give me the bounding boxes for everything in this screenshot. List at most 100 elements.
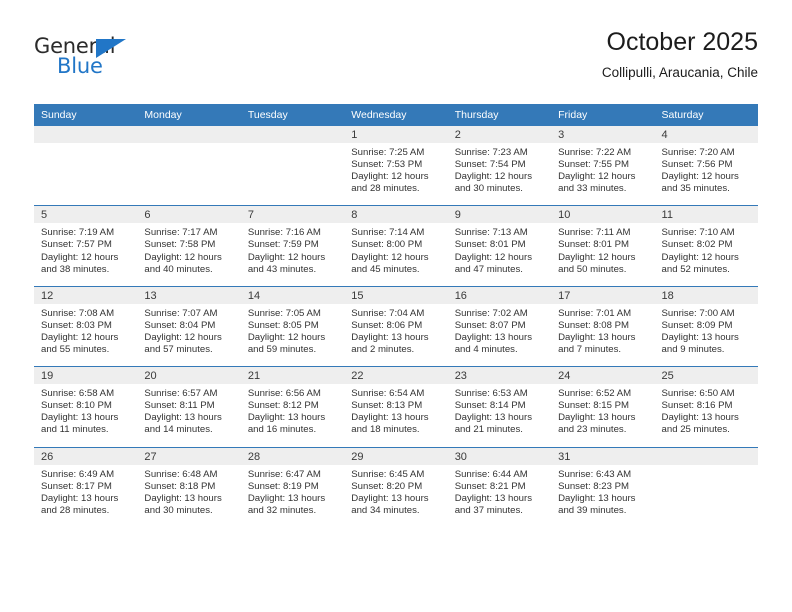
calendar-day-cell[interactable]: 24 Sunrise: 6:52 AM Sunset: 8:15 PM Dayligh… bbox=[551, 366, 655, 447]
calendar-day-cell[interactable]: 2 Sunrise: 7:23 AM Sunset: 7:54 PM Daylight… bbox=[447, 126, 552, 206]
calendar-day-cell[interactable]: 27 Sunrise: 6:48 AM Sunset: 8:18 PM Dayligh… bbox=[137, 446, 241, 527]
daylight-duration-line1: Daylight: 13 hours bbox=[661, 412, 739, 424]
daylight-duration-line1: Daylight: 12 hours bbox=[454, 251, 533, 263]
daylight-duration-line2: and 25 minutes. bbox=[661, 424, 730, 436]
day-number bbox=[654, 447, 758, 465]
day-details: Sunrise: 6:49 AM Sunset: 8:17 PM Daylight:… bbox=[34, 465, 137, 527]
sunset-time: Sunset: 8:14 PM bbox=[454, 400, 526, 412]
calendar-day-cell[interactable]: 14 Sunrise: 7:05 AM Sunset: 8:05 PM Dayligh… bbox=[240, 285, 345, 367]
daylight-duration-line2: and 38 minutes. bbox=[41, 263, 110, 275]
daylight-duration-line2: and 52 minutes. bbox=[661, 263, 730, 275]
sunset-time: Sunset: 8:10 PM bbox=[41, 400, 112, 412]
calendar-day-cell[interactable]: 20 Sunrise: 6:57 AM Sunset: 8:11 PM Dayligh… bbox=[137, 366, 241, 447]
sunset-time: Sunset: 7:53 PM bbox=[351, 159, 423, 171]
calendar-day-cell[interactable]: 26 Sunrise: 6:49 AM Sunset: 8:17 PM Dayligh… bbox=[34, 446, 138, 527]
sunrise-time: Sunrise: 7:02 AM bbox=[454, 307, 528, 319]
day-details: Sunrise: 7:11 AM Sunset: 8:01 PM Daylight:… bbox=[551, 223, 654, 285]
sunset-time: Sunset: 8:20 PM bbox=[351, 480, 423, 492]
day-details: Sunrise: 6:58 AM Sunset: 8:10 PM Daylight:… bbox=[34, 384, 137, 446]
calendar-day-cell[interactable]: 16 Sunrise: 7:02 AM Sunset: 8:07 PM Dayligh… bbox=[447, 285, 552, 367]
day-number: 1 bbox=[344, 126, 448, 143]
calendar-day-cell[interactable]: 17 Sunrise: 7:01 AM Sunset: 8:08 PM Dayligh… bbox=[551, 285, 655, 367]
sunset-time: Sunset: 8:09 PM bbox=[661, 319, 733, 331]
calendar-day-cell-empty bbox=[137, 126, 241, 206]
calendar-day-cell[interactable]: 10 Sunrise: 7:11 AM Sunset: 8:01 PM Dayligh… bbox=[551, 205, 655, 287]
day-number: 30 bbox=[447, 447, 552, 465]
calendar-day-cell[interactable]: 18 Sunrise: 7:00 AM Sunset: 8:09 PM Dayligh… bbox=[654, 285, 758, 367]
day-details: Sunrise: 6:50 AM Sunset: 8:16 PM Daylight:… bbox=[655, 384, 758, 446]
general-blue-logo[interactable]: General Blue bbox=[34, 34, 254, 92]
day-details: Sunrise: 6:54 AM Sunset: 8:13 PM Daylight:… bbox=[344, 384, 447, 446]
daylight-duration-line1: Daylight: 13 hours bbox=[351, 412, 429, 424]
daylight-duration-line2: and 59 minutes. bbox=[247, 344, 317, 356]
daylight-duration-line2: and 43 minutes. bbox=[247, 263, 317, 275]
daylight-duration-line1: Daylight: 12 hours bbox=[351, 171, 429, 183]
calendar-day-cell[interactable]: 23 Sunrise: 6:53 AM Sunset: 8:14 PM Dayligh… bbox=[447, 366, 552, 447]
sunrise-time: Sunrise: 7:08 AM bbox=[41, 307, 115, 319]
daylight-duration-line2: and 55 minutes. bbox=[41, 344, 110, 356]
daylight-duration-line2: and 14 minutes. bbox=[144, 424, 213, 436]
daylight-duration-line1: Daylight: 13 hours bbox=[41, 412, 119, 424]
daylight-duration-line2: and 40 minutes. bbox=[144, 263, 213, 275]
daylight-duration-line1: Daylight: 12 hours bbox=[247, 251, 326, 263]
sunrise-sunset-calendar-table: Sunday Monday Tuesday Wednesday Thursday… bbox=[34, 104, 758, 527]
calendar-day-cell[interactable]: 29 Sunrise: 6:45 AM Sunset: 8:20 PM Dayligh… bbox=[344, 446, 448, 527]
daylight-duration-line1: Daylight: 12 hours bbox=[661, 171, 739, 183]
daylight-duration-line2: and 50 minutes. bbox=[558, 263, 627, 275]
sunset-time: Sunset: 8:19 PM bbox=[247, 480, 319, 492]
calendar-day-cell[interactable]: 7 Sunrise: 7:16 AM Sunset: 7:59 PM Daylight… bbox=[240, 205, 345, 287]
day-number: 6 bbox=[137, 206, 241, 224]
day-details bbox=[655, 465, 758, 527]
daylight-duration-line2: and 4 minutes. bbox=[454, 344, 518, 356]
sunset-time: Sunset: 7:54 PM bbox=[454, 159, 526, 171]
calendar-day-cell[interactable]: 5 Sunrise: 7:19 AM Sunset: 7:57 PM Daylight… bbox=[34, 205, 138, 287]
daylight-duration-line2: and 39 minutes. bbox=[558, 504, 627, 516]
daylight-duration-line2: and 45 minutes. bbox=[351, 263, 420, 275]
sunset-time: Sunset: 8:03 PM bbox=[41, 319, 112, 331]
calendar-week-row: 5 Sunrise: 7:19 AM Sunset: 7:57 PM Daylight… bbox=[34, 205, 758, 287]
sunrise-time: Sunrise: 7:00 AM bbox=[661, 307, 735, 319]
daylight-duration-line2: and 7 minutes. bbox=[558, 344, 622, 356]
calendar-day-cell[interactable]: 8 Sunrise: 7:14 AM Sunset: 8:00 PM Daylight… bbox=[344, 205, 448, 287]
calendar-day-cell[interactable]: 9 Sunrise: 7:13 AM Sunset: 8:01 PM Daylight… bbox=[447, 205, 552, 287]
sunset-time: Sunset: 8:08 PM bbox=[558, 319, 630, 331]
sunset-time: Sunset: 7:59 PM bbox=[247, 239, 319, 251]
daylight-duration-line2: and 37 minutes. bbox=[454, 504, 523, 516]
sunset-time: Sunset: 7:55 PM bbox=[558, 159, 630, 171]
calendar-day-cell[interactable]: 6 Sunrise: 7:17 AM Sunset: 7:58 PM Daylight… bbox=[137, 205, 241, 287]
sunrise-time: Sunrise: 7:04 AM bbox=[351, 307, 425, 319]
weekday-header-monday: Monday bbox=[137, 104, 241, 126]
daylight-duration-line1: Daylight: 12 hours bbox=[661, 251, 739, 263]
calendar-day-cell[interactable]: 28 Sunrise: 6:47 AM Sunset: 8:19 PM Dayligh… bbox=[240, 446, 345, 527]
calendar-header-row-group: Sunday Monday Tuesday Wednesday Thursday… bbox=[34, 104, 758, 126]
daylight-duration-line1: Daylight: 13 hours bbox=[454, 331, 533, 343]
day-number: 13 bbox=[137, 286, 241, 304]
calendar-day-cell[interactable]: 22 Sunrise: 6:54 AM Sunset: 8:13 PM Dayligh… bbox=[344, 366, 448, 447]
daylight-duration-line2: and 30 minutes. bbox=[144, 504, 213, 516]
calendar-day-cell[interactable]: 15 Sunrise: 7:04 AM Sunset: 8:06 PM Dayligh… bbox=[344, 285, 448, 367]
calendar-day-cell[interactable]: 31 Sunrise: 6:43 AM Sunset: 8:23 PM Dayligh… bbox=[551, 446, 655, 527]
calendar-day-cell[interactable]: 13 Sunrise: 7:07 AM Sunset: 8:04 PM Dayligh… bbox=[137, 285, 241, 367]
day-details: Sunrise: 7:19 AM Sunset: 7:57 PM Daylight:… bbox=[34, 223, 137, 285]
calendar-day-cell[interactable]: 3 Sunrise: 7:22 AM Sunset: 7:55 PM Daylight… bbox=[551, 126, 655, 206]
calendar-day-cell[interactable]: 30 Sunrise: 6:44 AM Sunset: 8:21 PM Dayligh… bbox=[447, 446, 552, 527]
day-details: Sunrise: 6:47 AM Sunset: 8:19 PM Daylight:… bbox=[241, 465, 344, 527]
day-details bbox=[137, 143, 240, 205]
sunset-time: Sunset: 8:02 PM bbox=[661, 239, 733, 251]
calendar-day-cell-empty bbox=[34, 126, 138, 206]
calendar-day-cell[interactable]: 11 Sunrise: 7:10 AM Sunset: 8:02 PM Dayligh… bbox=[654, 205, 758, 287]
calendar-day-cell[interactable]: 25 Sunrise: 6:50 AM Sunset: 8:16 PM Dayligh… bbox=[654, 366, 758, 447]
day-number bbox=[137, 126, 241, 143]
sunrise-time: Sunrise: 7:01 AM bbox=[558, 307, 632, 319]
calendar-day-cell[interactable]: 1 Sunrise: 7:25 AM Sunset: 7:53 PM Daylight… bbox=[344, 126, 448, 206]
day-number: 20 bbox=[137, 367, 241, 385]
sunset-time: Sunset: 8:11 PM bbox=[144, 400, 215, 412]
day-number: 9 bbox=[447, 206, 552, 224]
sunset-time: Sunset: 8:17 PM bbox=[41, 480, 112, 492]
calendar-day-cell[interactable]: 4 Sunrise: 7:20 AM Sunset: 7:56 PM Daylight… bbox=[654, 126, 758, 206]
weekday-header-friday: Friday bbox=[551, 104, 655, 126]
day-details bbox=[241, 143, 344, 205]
calendar-day-cell[interactable]: 19 Sunrise: 6:58 AM Sunset: 8:10 PM Dayligh… bbox=[34, 366, 138, 447]
calendar-day-cell[interactable]: 12 Sunrise: 7:08 AM Sunset: 8:03 PM Dayligh… bbox=[34, 285, 138, 367]
calendar-day-cell[interactable]: 21 Sunrise: 6:56 AM Sunset: 8:12 PM Dayligh… bbox=[240, 366, 345, 447]
